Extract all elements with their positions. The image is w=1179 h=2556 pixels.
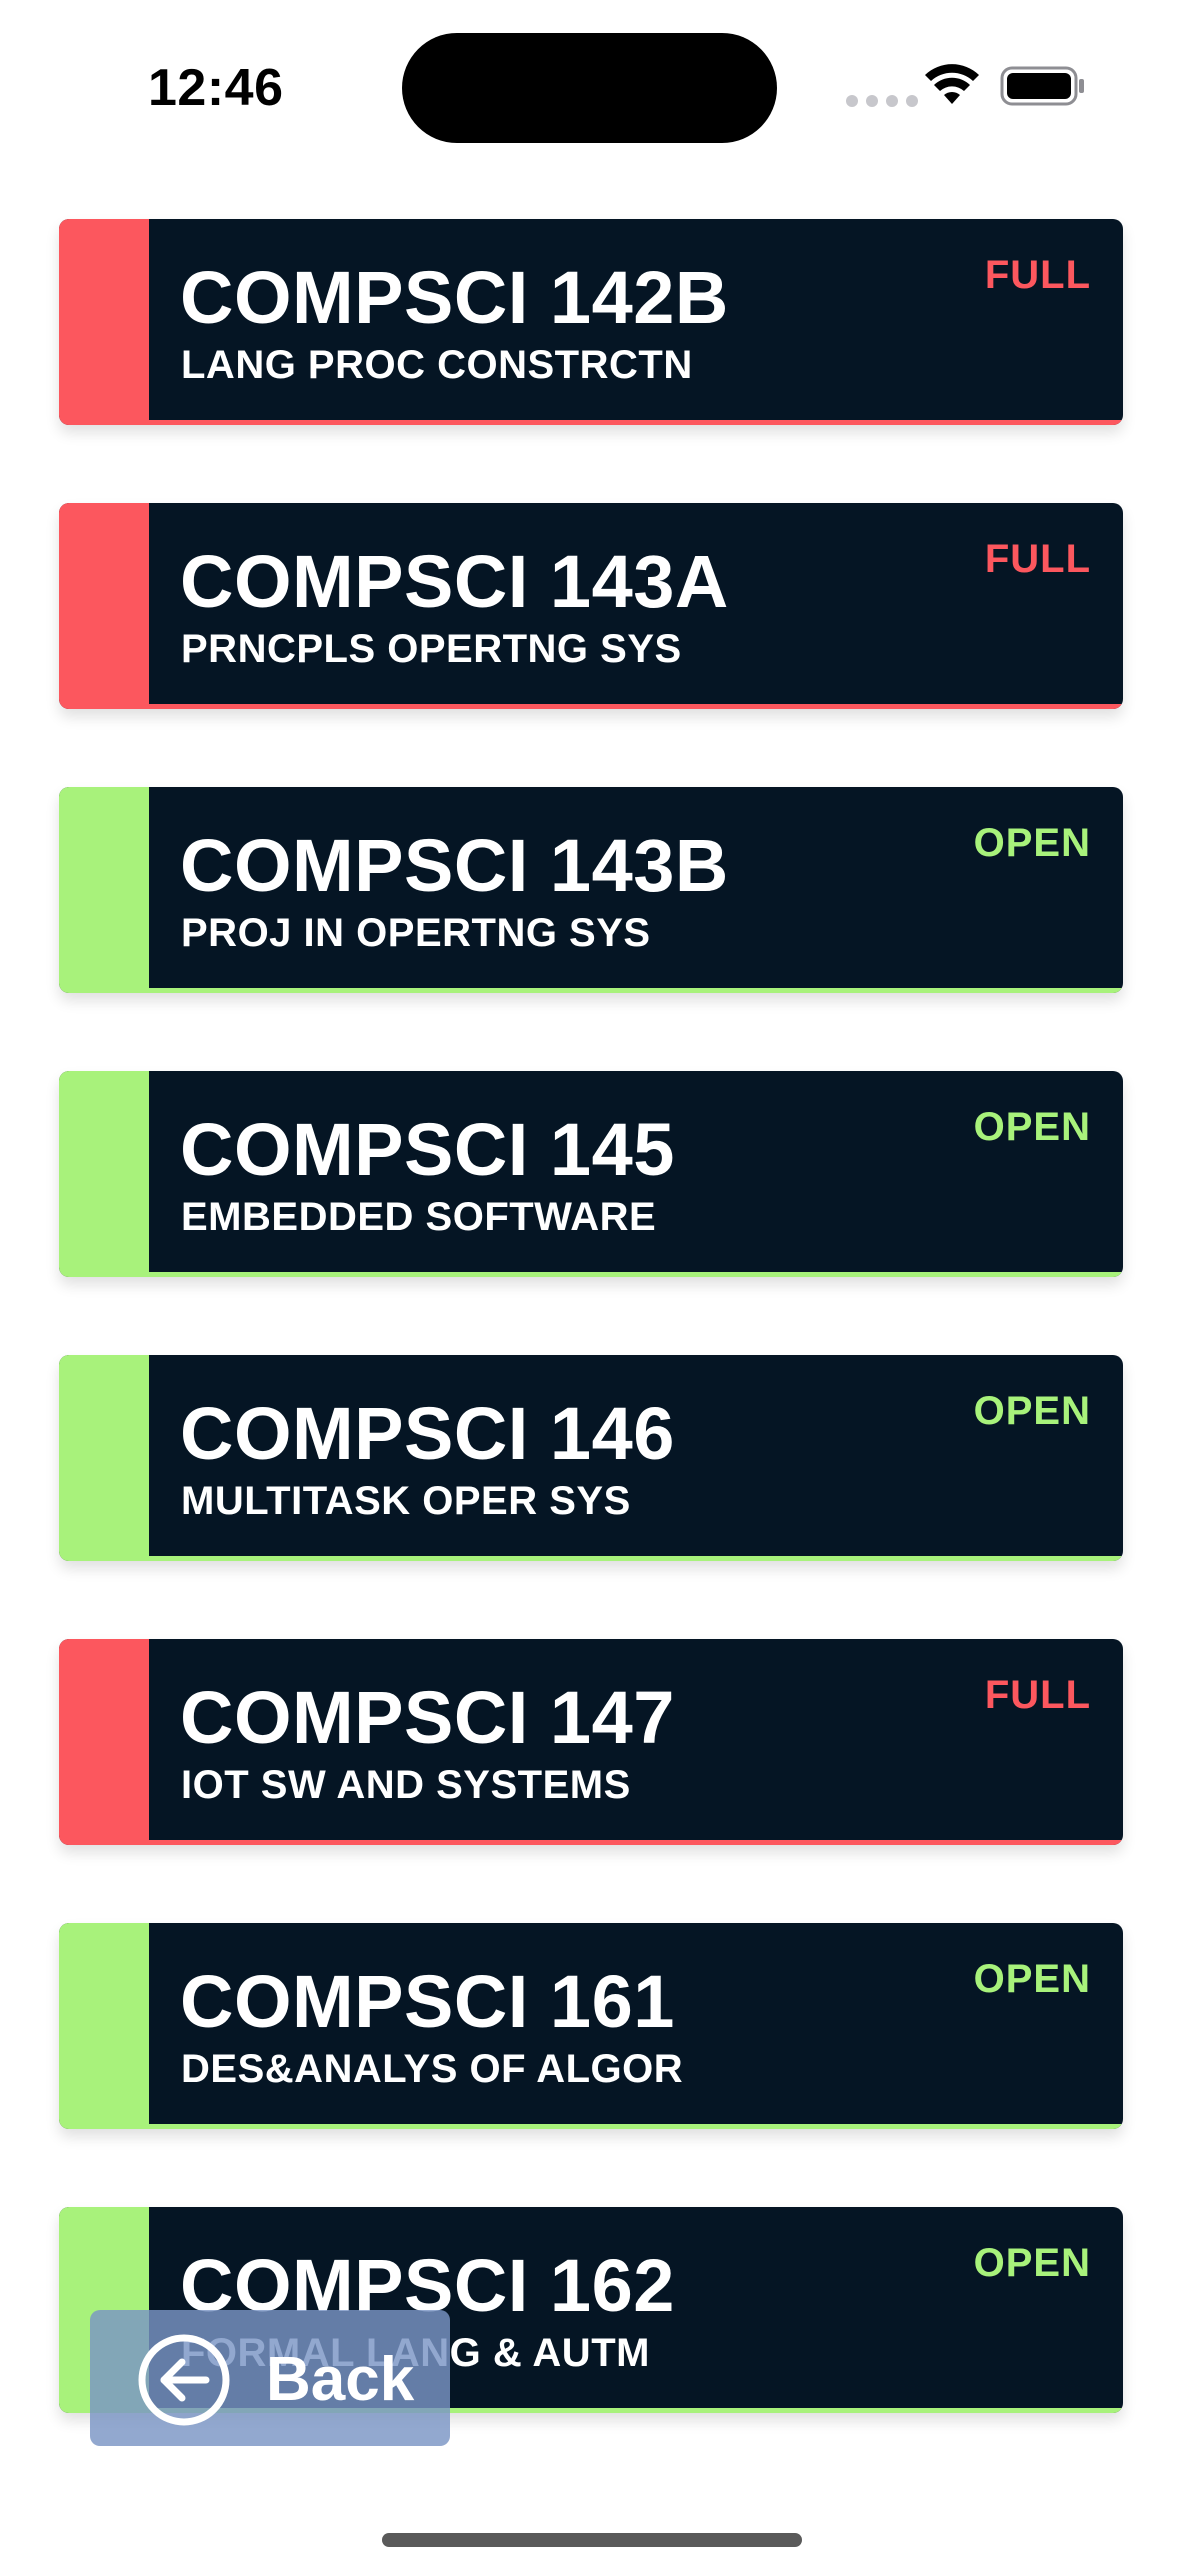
dynamic-island (402, 33, 777, 143)
back-button[interactable]: Back (90, 2310, 450, 2446)
status-badge: OPEN (973, 1957, 1091, 2001)
status-stripe (59, 1355, 149, 1561)
status-badge: OPEN (973, 1389, 1091, 1433)
home-indicator (382, 2533, 802, 2547)
status-underline (149, 1272, 1123, 1277)
status-underline (149, 2124, 1123, 2129)
course-title: LANG PROC CONSTRCTN (181, 343, 693, 387)
status-underline (149, 1840, 1123, 1845)
back-label: Back (266, 2345, 415, 2414)
course-title: PRNCPLS OPERTNG SYS (181, 627, 682, 671)
course-card[interactable]: COMPSCI 142B LANG PROC CONSTRCTN FULL (59, 219, 1123, 425)
course-title: MULTITASK OPER SYS (181, 1479, 631, 1523)
status-stripe (59, 1923, 149, 2129)
status-badge: FULL (984, 253, 1091, 297)
course-title: IOT SW AND SYSTEMS (181, 1763, 631, 1807)
status-badge: OPEN (973, 2241, 1091, 2285)
course-code: COMPSCI 145 (180, 1108, 675, 1191)
course-list: COMPSCI 142B LANG PROC CONSTRCTN FULL CO… (59, 219, 1123, 2491)
course-title: EMBEDDED SOFTWARE (181, 1195, 657, 1239)
status-stripe (59, 787, 149, 993)
course-code: COMPSCI 161 (180, 1960, 675, 2043)
course-card[interactable]: COMPSCI 143A PRNCPLS OPERTNG SYS FULL (59, 503, 1123, 709)
status-underline (149, 988, 1123, 993)
course-code: COMPSCI 146 (180, 1392, 675, 1475)
cellular-signal-icon (846, 95, 918, 107)
course-card[interactable]: COMPSCI 146 MULTITASK OPER SYS OPEN (59, 1355, 1123, 1561)
course-title: DES&ANALYS OF ALGOR (181, 2047, 684, 2091)
course-title: PROJ IN OPERTNG SYS (181, 911, 651, 955)
status-time: 12:46 (148, 59, 284, 117)
course-card[interactable]: COMPSCI 143B PROJ IN OPERTNG SYS OPEN (59, 787, 1123, 993)
course-card[interactable]: COMPSCI 145 EMBEDDED SOFTWARE OPEN (59, 1071, 1123, 1277)
status-stripe (59, 503, 149, 709)
status-stripe (59, 219, 149, 425)
course-code: COMPSCI 142B (180, 256, 729, 339)
status-badge: FULL (984, 1673, 1091, 1717)
status-underline (149, 420, 1123, 425)
status-badge: FULL (984, 537, 1091, 581)
back-arrow-icon (138, 2334, 230, 2426)
wifi-icon (925, 64, 979, 104)
status-badge: OPEN (973, 1105, 1091, 1149)
status-underline (149, 1556, 1123, 1561)
status-badge: OPEN (973, 821, 1091, 865)
course-code: COMPSCI 147 (180, 1676, 675, 1759)
course-code: COMPSCI 143B (180, 824, 729, 907)
course-card[interactable]: COMPSCI 147 IOT SW AND SYSTEMS FULL (59, 1639, 1123, 1845)
course-card[interactable]: COMPSCI 161 DES&ANALYS OF ALGOR OPEN (59, 1923, 1123, 2129)
status-stripe (59, 1639, 149, 1845)
battery-icon (1000, 66, 1084, 106)
course-code: COMPSCI 143A (180, 540, 729, 623)
status-stripe (59, 1071, 149, 1277)
status-underline (149, 704, 1123, 709)
